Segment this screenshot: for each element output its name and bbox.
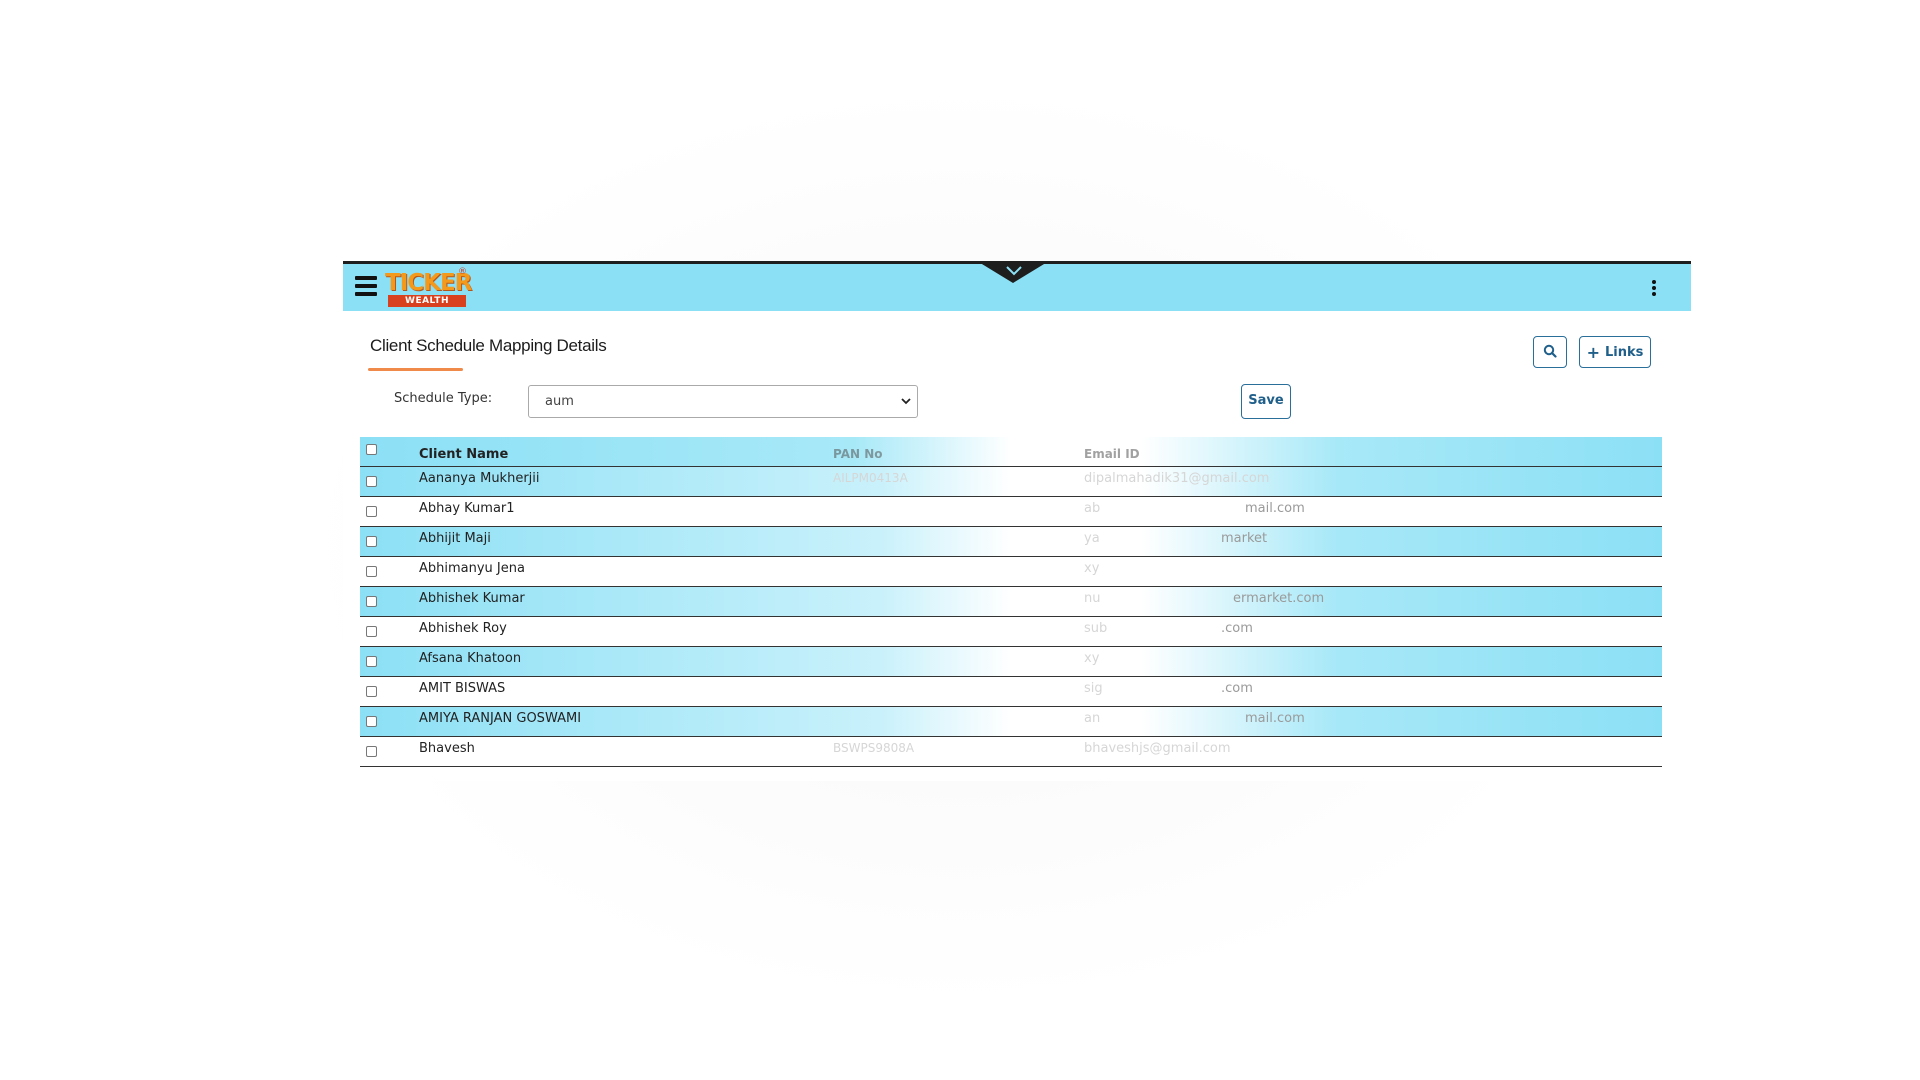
- email-cell: dipalmahadik31@gmail.com: [1084, 471, 1270, 486]
- save-button[interactable]: Save: [1241, 384, 1291, 419]
- client-name-cell: Afsana Khatoon: [419, 651, 522, 666]
- table-row[interactable]: Abhay Kumar1 ab mail.com: [360, 497, 1662, 527]
- schedule-type-value: aum: [545, 394, 574, 409]
- email-cell: nu: [1084, 591, 1101, 606]
- select-all-checkbox[interactable]: [366, 444, 377, 455]
- client-name-cell: Aananya Mukherjii: [419, 471, 540, 486]
- email-cell: bhaveshjs@gmail.com: [1084, 741, 1231, 756]
- email-cell-suffix: .com: [1221, 681, 1253, 696]
- schedule-type-label: Schedule Type:: [394, 391, 493, 406]
- row-checkbox[interactable]: [366, 686, 377, 697]
- row-checkbox[interactable]: [366, 536, 377, 547]
- schedule-type-select[interactable]: aum: [528, 385, 918, 418]
- email-cell-suffix: market: [1221, 531, 1268, 546]
- app-window: TICKER ® WEALTH Client Schedule Mapping …: [343, 261, 1691, 781]
- row-checkbox[interactable]: [366, 746, 377, 757]
- row-checkbox[interactable]: [366, 476, 377, 487]
- client-name-cell: Abhay Kumar1: [419, 501, 515, 516]
- links-label: Links: [1605, 344, 1644, 360]
- email-cell-suffix: ermarket.com: [1233, 591, 1325, 606]
- client-name-cell: Abhishek Kumar: [419, 591, 525, 606]
- row-checkbox[interactable]: [366, 566, 377, 577]
- pan-cell: BSWPS9808A: [833, 741, 915, 755]
- table-row[interactable]: AMIYA RANJAN GOSWAMI an mail.com: [360, 707, 1662, 737]
- chevron-down-icon: [901, 386, 911, 430]
- page-title: Client Schedule Mapping Details: [370, 336, 607, 355]
- column-header-client-name[interactable]: Client Name: [419, 447, 508, 462]
- top-navbar: TICKER ® WEALTH: [343, 261, 1691, 311]
- title-underline: [368, 368, 463, 371]
- email-cell: ab: [1084, 501, 1101, 516]
- table-row[interactable]: AMIT BISWAS sig .com: [360, 677, 1662, 707]
- row-checkbox[interactable]: [366, 656, 377, 667]
- links-button[interactable]: + Links: [1579, 336, 1651, 368]
- email-cell-suffix: .com: [1221, 621, 1253, 636]
- client-name-cell: AMIT BISWAS: [419, 681, 506, 696]
- row-checkbox[interactable]: [366, 716, 377, 727]
- email-cell: sub: [1084, 621, 1108, 636]
- search-button[interactable]: [1533, 336, 1567, 368]
- email-cell: xy: [1084, 651, 1100, 666]
- email-cell-suffix: mail.com: [1245, 501, 1305, 516]
- client-name-cell: Abhijit Maji: [419, 531, 491, 546]
- table-row[interactable]: Afsana Khatoon xy: [360, 647, 1662, 677]
- ticker-wealth-logo[interactable]: TICKER ® WEALTH: [385, 267, 472, 307]
- client-name-cell: AMIYA RANJAN GOSWAMI: [419, 711, 582, 726]
- chevron-down-icon[interactable]: [1004, 265, 1024, 280]
- row-checkbox[interactable]: [366, 596, 377, 607]
- email-cell: an: [1084, 711, 1101, 726]
- logo-wordmark: TICKER: [385, 270, 472, 296]
- table-row[interactable]: Abhishek Roy sub .com: [360, 617, 1662, 647]
- table-row[interactable]: Abhishek Kumar nu ermarket.com: [360, 587, 1662, 617]
- table-row[interactable]: Abhimanyu Jena xy: [360, 557, 1662, 587]
- email-cell: sig: [1084, 681, 1103, 696]
- table-row[interactable]: Bhavesh BSWPS9808A bhaveshjs@gmail.com: [360, 737, 1662, 767]
- table-header-row: Client Name PAN No Email ID: [360, 437, 1662, 467]
- search-icon: [1543, 343, 1557, 362]
- table-row[interactable]: Aananya Mukherjii AILPM0413A dipalmahadik3…: [360, 467, 1662, 497]
- row-checkbox[interactable]: [366, 506, 377, 517]
- table-row[interactable]: Abhijit Maji ya market: [360, 527, 1662, 557]
- row-checkbox[interactable]: [366, 626, 377, 637]
- logo-registered-mark: ®: [458, 267, 467, 277]
- email-cell-suffix: mail.com: [1245, 711, 1305, 726]
- email-cell: xy: [1084, 561, 1100, 576]
- client-name-cell: Abhishek Roy: [419, 621, 507, 636]
- pan-cell: AILPM0413A: [833, 471, 908, 485]
- column-header-email[interactable]: Email ID: [1084, 447, 1140, 461]
- client-name-cell: Bhavesh: [419, 741, 475, 756]
- client-table: Client Name PAN No Email ID Aananya Mukh…: [360, 437, 1662, 767]
- email-cell: ya: [1084, 531, 1100, 546]
- hamburger-icon[interactable]: [355, 276, 377, 296]
- client-name-cell: Abhimanyu Jena: [419, 561, 525, 576]
- logo-subtitle: WEALTH: [388, 295, 466, 307]
- column-header-pan[interactable]: PAN No: [833, 447, 883, 461]
- plus-icon: +: [1586, 342, 1600, 362]
- kebab-menu-icon[interactable]: [1651, 280, 1657, 298]
